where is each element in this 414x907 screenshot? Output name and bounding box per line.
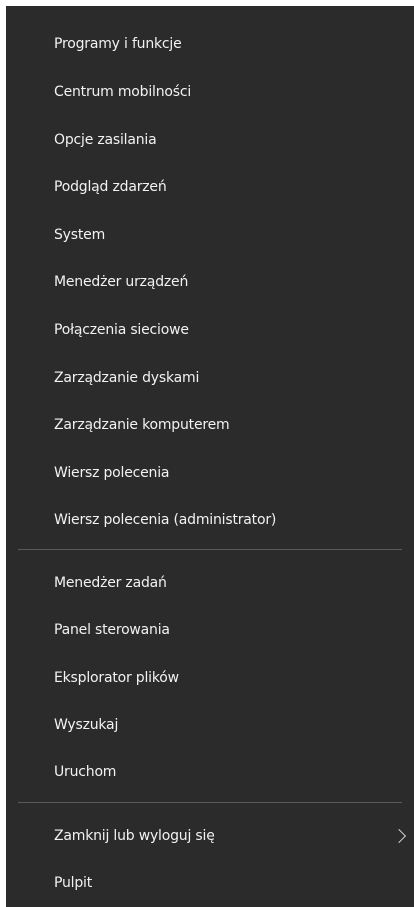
menu-item-label: Wiersz polecenia [54, 465, 170, 481]
menu-item-computer-management[interactable]: Zarządzanie komputerem [6, 405, 414, 445]
menu-item-label: System [54, 227, 106, 243]
menu-item-label: Uruchom [54, 764, 117, 780]
winx-context-menu: Programy i funkcje Centrum mobilności Op… [6, 6, 414, 907]
menu-item-system[interactable]: System [6, 215, 414, 255]
menu-item-label: Połączenia sieciowe [54, 322, 189, 338]
menu-item-command-prompt[interactable]: Wiersz polecenia [6, 453, 414, 493]
menu-item-label: Wyszukaj [54, 717, 119, 733]
chevron-right-icon [391, 828, 407, 844]
menu-item-shutdown-or-sign-out[interactable]: Zamknij lub wyloguj się [6, 816, 414, 856]
menu-item-label: Menedżer zadań [54, 575, 167, 591]
menu-item-device-manager[interactable]: Menedżer urządzeń [6, 262, 414, 302]
menu-item-run[interactable]: Uruchom [6, 752, 414, 792]
menu-item-label: Podgląd zdarzeń [54, 179, 167, 195]
menu-item-label: Programy i funkcje [54, 36, 182, 52]
menu-item-control-panel[interactable]: Panel sterowania [6, 610, 414, 650]
menu-separator [18, 549, 402, 550]
menu-separator [18, 802, 402, 803]
menu-item-disk-management[interactable]: Zarządzanie dyskami [6, 358, 414, 398]
menu-item-label: Pulpit [54, 875, 93, 891]
menu-item-label: Zarządzanie komputerem [54, 417, 230, 433]
menu-item-label: Centrum mobilności [54, 84, 192, 100]
menu-item-label: Zamknij lub wyloguj się [54, 828, 215, 844]
menu-item-label: Panel sterowania [54, 622, 170, 638]
menu-item-label: Menedżer urządzeń [54, 274, 189, 290]
menu-item-command-prompt-admin[interactable]: Wiersz polecenia (administrator) [6, 500, 414, 540]
menu-item-programs-and-features[interactable]: Programy i funkcje [6, 24, 414, 64]
menu-item-mobility-center[interactable]: Centrum mobilności [6, 72, 414, 112]
menu-item-label: Opcje zasilania [54, 132, 157, 148]
menu-item-search[interactable]: Wyszukaj [6, 705, 414, 745]
menu-item-event-viewer[interactable]: Podgląd zdarzeń [6, 167, 414, 207]
menu-item-desktop[interactable]: Pulpit [6, 863, 414, 903]
menu-item-network-connections[interactable]: Połączenia sieciowe [6, 310, 414, 350]
menu-item-label: Wiersz polecenia (administrator) [54, 512, 277, 528]
menu-item-power-options[interactable]: Opcje zasilania [6, 120, 414, 160]
menu-item-task-manager[interactable]: Menedżer zadań [6, 563, 414, 603]
menu-item-label: Zarządzanie dyskami [54, 370, 200, 386]
menu-item-label: Eksplorator plików [54, 670, 179, 686]
menu-item-file-explorer[interactable]: Eksplorator plików [6, 658, 414, 698]
